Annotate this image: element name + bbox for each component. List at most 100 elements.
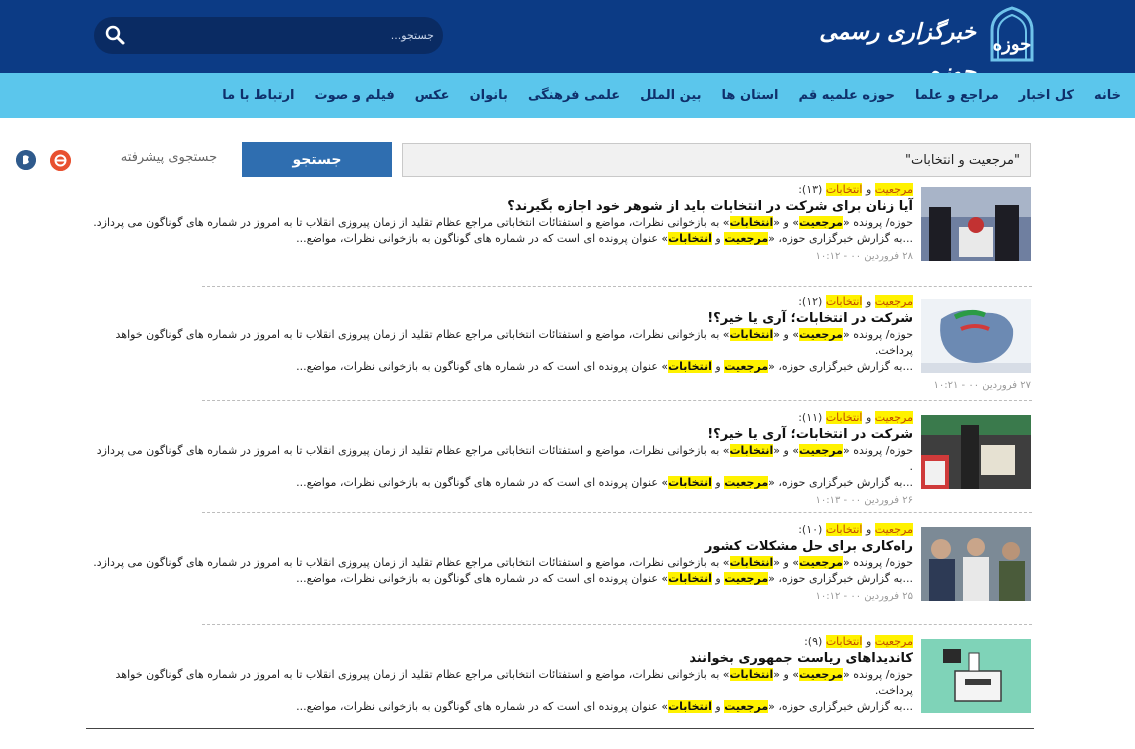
result-category[interactable]: مرجعیت و انتخابات (۱۰): — [90, 522, 913, 538]
result-title[interactable]: آیا زنان برای شرکت در انتخابات باید از ش… — [90, 198, 913, 215]
result-category-keyword: انتخابات — [825, 411, 863, 424]
snippet-text: » عنوان پرونده ای است که در شماره های گو… — [296, 476, 669, 489]
result-snippet: حوزه/ پرونده «مرجعیت» و «انتخابات» به با… — [90, 215, 913, 231]
nav-item-contact[interactable]: ارتباط با ما — [212, 88, 304, 103]
result-divider — [202, 624, 1032, 625]
result-body: مرجعیت و انتخابات (۹): کاندیداهای ریاست … — [90, 634, 913, 715]
bale-icon[interactable] — [16, 150, 36, 170]
result-snippet: حوزه/ پرونده «مرجعیت» و «انتخابات» به با… — [90, 555, 913, 571]
nav-item-video-audio[interactable]: فیلم و صوت — [305, 88, 405, 103]
snippet-keyword: مرجعیت — [724, 700, 769, 713]
nav-item-provinces[interactable]: استان ها — [712, 88, 789, 103]
result-category[interactable]: مرجعیت و انتخابات (۹): — [90, 634, 913, 650]
snippet-keyword: مرجعیت — [799, 328, 843, 341]
result-category-keyword: انتخابات — [825, 183, 863, 196]
result-date: ۲۸ فروردین ۰۰ - ۱۰:۱۲ — [815, 251, 914, 262]
nav-item-international[interactable]: بین الملل — [630, 88, 711, 103]
snippet-keyword: مرجعیت — [799, 216, 843, 229]
snippet-keyword: مرجعیت — [724, 360, 769, 373]
snippet-text: و — [711, 232, 725, 245]
result-snippet: ...به گزارش خبرگزاری حوزه، «مرجعیت و انت… — [90, 359, 913, 375]
result-snippet: حوزه/ پرونده «مرجعیت» و «انتخابات» به با… — [90, 667, 913, 699]
result-category-conj: و — [862, 523, 875, 536]
header-search-input[interactable] — [134, 23, 434, 47]
result-title[interactable]: شرکت در انتخابات؛ آری یا خیر؟! — [90, 310, 913, 327]
result-category-conj: و — [862, 635, 875, 648]
snippet-keyword: مرجعیت — [799, 444, 843, 457]
snippet-text: ...به گزارش خبرگزاری حوزه، « — [768, 360, 913, 373]
snippet-keyword: مرجعیت — [724, 572, 769, 585]
snippet-keyword: مرجعیت — [724, 476, 769, 489]
result-category[interactable]: مرجعیت و انتخابات (۱۲): — [90, 294, 913, 310]
result-thumbnail[interactable] — [921, 415, 1031, 489]
nav-item-women[interactable]: بانوان — [460, 88, 518, 103]
result-category[interactable]: مرجعیت و انتخابات (۱۱): — [90, 410, 913, 426]
result-title[interactable]: شرکت در انتخابات؛ آری یا خیر؟! — [90, 426, 913, 443]
result-date: ۲۷ فروردین ۰۰ - ۱۰:۲۱ — [933, 380, 1032, 391]
snippet-text: » به بازخوانی نظرات، مواضع و استفتائات ا… — [93, 216, 730, 229]
hawzah-logo-icon[interactable]: حوزه — [986, 6, 1038, 62]
site-header: حوزه خبرگزاری رسمی حوزه — [0, 0, 1135, 85]
nav-menu: خانه کل اخبار مراجع و علما حوزه علمیه قم… — [212, 73, 1135, 118]
search-icon[interactable] — [104, 24, 126, 46]
snippet-keyword: مرجعیت — [799, 556, 843, 569]
snippet-text: ...به گزارش خبرگزاری حوزه، « — [768, 232, 913, 245]
result-category-keyword: انتخابات — [825, 295, 863, 308]
nav-item-science-culture[interactable]: علمی فرهنگی — [518, 88, 630, 103]
snippet-text: » عنوان پرونده ای است که در شماره های گو… — [296, 700, 669, 713]
snippet-keyword: انتخابات — [668, 700, 712, 713]
snippet-keyword: انتخابات — [729, 328, 774, 341]
snippet-text: » و « — [773, 668, 800, 681]
result-category-number: (۹): — [804, 635, 826, 648]
snippet-text: ...به گزارش خبرگزاری حوزه، « — [768, 476, 913, 489]
snippet-text: حوزه/ پرونده « — [842, 216, 913, 229]
result-body: مرجعیت و انتخابات (۱۳): آیا زنان برای شر… — [90, 182, 913, 267]
snippet-text: » عنوان پرونده ای است که در شماره های گو… — [296, 572, 669, 585]
result-category-keyword: مرجعیت — [874, 183, 913, 196]
snippet-text: حوزه/ پرونده « — [842, 668, 913, 681]
snippet-text: و — [711, 476, 725, 489]
search-button[interactable]: جستجو — [242, 142, 392, 177]
snippet-keyword: مرجعیت — [724, 232, 769, 245]
result-body: مرجعیت و انتخابات (۱۱): شرکت در انتخابات… — [90, 410, 913, 511]
snippet-keyword: انتخابات — [668, 572, 712, 585]
snippet-text: و — [711, 700, 725, 713]
result-category-number: (۱۳): — [798, 183, 826, 196]
result-thumbnail[interactable] — [921, 299, 1031, 373]
result-category-number: (۱۲): — [798, 295, 826, 308]
snippet-text: و — [711, 360, 725, 373]
result-category-conj: و — [862, 411, 875, 424]
result-category-keyword: مرجعیت — [874, 523, 913, 536]
result-divider — [202, 512, 1032, 513]
nav-item-all-news[interactable]: کل اخبار — [1009, 88, 1084, 103]
result-category-keyword: انتخابات — [825, 635, 863, 648]
nav-item-qom-seminary[interactable]: حوزه علمیه قم — [789, 88, 906, 103]
snippet-keyword: مرجعیت — [799, 668, 843, 681]
result-title[interactable]: راه‌کاری برای حل مشکلات کشور — [90, 538, 913, 555]
search-query-input[interactable] — [402, 143, 1031, 177]
result-thumbnail[interactable] — [921, 639, 1031, 713]
nav-item-home[interactable]: خانه — [1084, 88, 1131, 103]
snippet-keyword: انتخابات — [668, 360, 712, 373]
result-snippet: ...به گزارش خبرگزاری حوزه، «مرجعیت و انت… — [90, 231, 913, 247]
snippet-keyword: انتخابات — [729, 556, 774, 569]
result-title[interactable]: کاندیداهای ریاست جمهوری بخوانند — [90, 650, 913, 667]
site-logo-text[interactable]: خبرگزاری رسمی حوزه — [780, 12, 976, 85]
nav-item-photo[interactable]: عکس — [405, 88, 460, 103]
snippet-text: حوزه/ پرونده « — [842, 328, 913, 341]
snippet-text: » و « — [773, 444, 800, 457]
snippet-text: و — [711, 572, 725, 585]
result-thumbnail[interactable] — [921, 187, 1031, 261]
result-category[interactable]: مرجعیت و انتخابات (۱۳): — [90, 182, 913, 198]
result-body: مرجعیت و انتخابات (۱۰): راه‌کاری برای حل… — [90, 522, 913, 607]
result-category-conj: و — [862, 295, 875, 308]
result-category-keyword: مرجعیت — [874, 295, 913, 308]
result-thumbnail[interactable] — [921, 527, 1031, 601]
advanced-search-link[interactable]: جستجوی پیشرفته — [110, 150, 228, 170]
eitaa-icon[interactable] — [50, 150, 71, 171]
result-divider — [202, 400, 1032, 401]
snippet-keyword: انتخابات — [668, 232, 712, 245]
snippet-keyword: انتخابات — [668, 476, 712, 489]
result-snippet: حوزه/ پرونده «مرجعیت» و «انتخابات» به با… — [90, 327, 913, 359]
nav-item-marajea[interactable]: مراجع و علما — [905, 88, 1009, 103]
